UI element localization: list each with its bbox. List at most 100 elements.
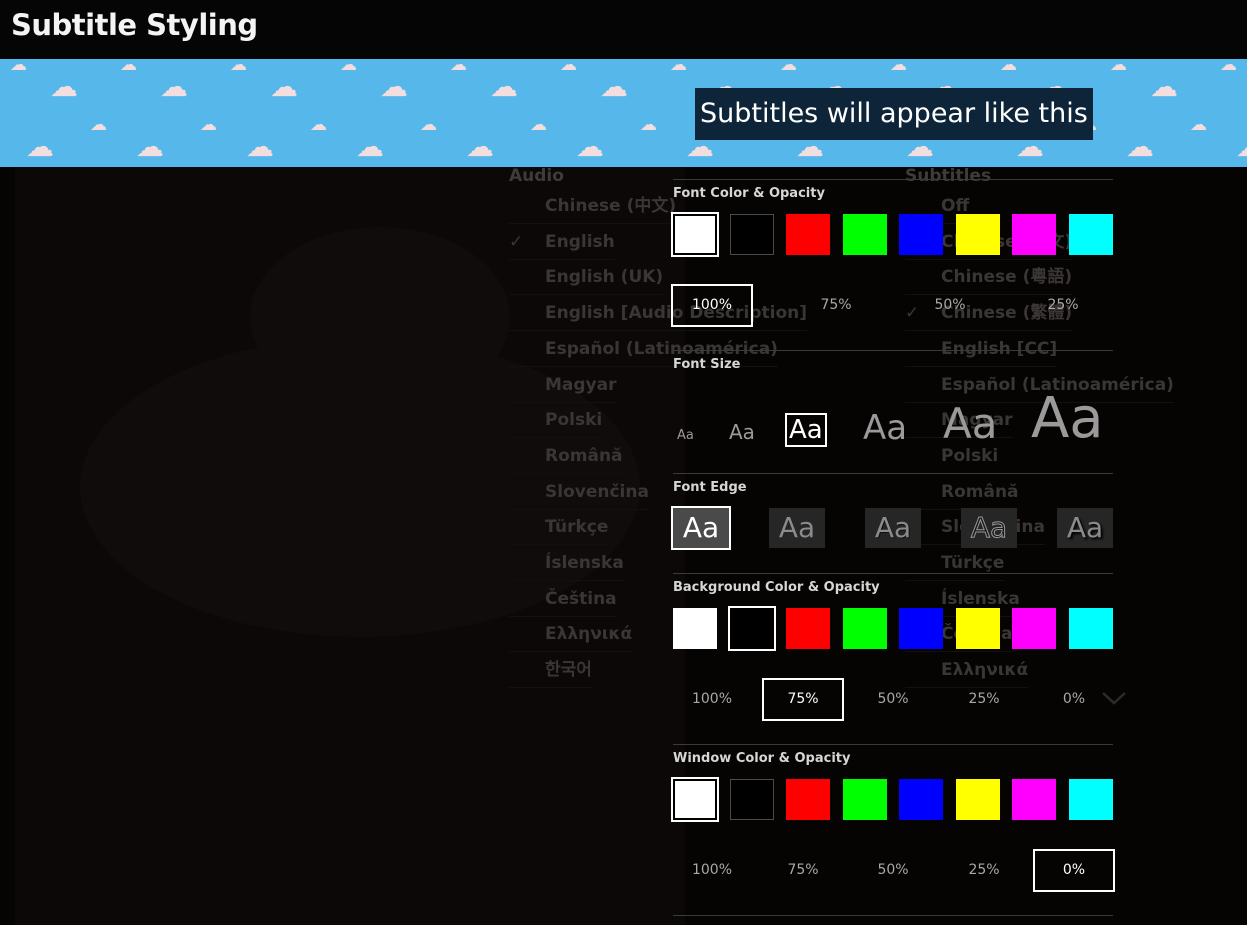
color-swatch[interactable] [955, 608, 1000, 649]
font-size-option[interactable]: Aa [1031, 391, 1104, 447]
opacity-option[interactable]: 25% [1022, 284, 1104, 327]
color-swatch[interactable] [786, 214, 830, 255]
font-edge-option[interactable]: Aa [1057, 508, 1113, 548]
color-swatch[interactable] [729, 779, 774, 820]
divider [673, 915, 1113, 916]
cloud-icon: ☁ [1126, 130, 1154, 163]
cloud-icon: ☁ [1000, 59, 1017, 75]
list-item-label: Polski [545, 410, 603, 431]
color-swatch[interactable] [842, 779, 887, 820]
color-swatch[interactable] [786, 779, 830, 820]
list-item[interactable]: Íslenska [509, 545, 624, 581]
cloud-icon: ☁ [246, 130, 274, 163]
cloud-icon: ☁ [50, 70, 78, 103]
color-swatch[interactable] [671, 212, 719, 257]
cloud-icon: ☁ [490, 70, 518, 103]
list-item-label: Chinese (中文) [545, 196, 677, 216]
list-item-label: Slovenčina [545, 481, 649, 502]
font-size-option[interactable]: Aa [863, 411, 907, 445]
color-swatch[interactable] [727, 606, 776, 651]
opacity-option[interactable]: 50% [852, 678, 934, 721]
cloud-icon: ☁ [560, 59, 577, 75]
list-item[interactable]: Polski [509, 402, 603, 439]
list-item[interactable]: English (UK) [509, 259, 664, 296]
subtitle-styling-screen: Subtitle Styling ☁ ☁ ☁ ☁ ☁ ☁ ☁ ☁ ☁ ☁ ☁ ☁ ☁ ☁ ☁ ☁ ☁ ☁ ☁ ☁ ☁ ☁ ☁… [0, 0, 1247, 925]
list-item[interactable]: Ελληνικά [509, 616, 633, 653]
divider [673, 573, 1113, 574]
color-swatch[interactable] [729, 214, 774, 255]
color-swatch[interactable] [955, 779, 1000, 820]
font-size-option[interactable]: Aa [729, 422, 755, 442]
window-color-title: Window Color & Opacity [673, 751, 851, 766]
list-item[interactable]: Čeština [509, 581, 617, 617]
color-swatch[interactable] [899, 779, 943, 820]
color-swatch[interactable] [899, 214, 943, 255]
font-size-option[interactable]: Aa [677, 429, 694, 442]
cloud-icon: ☁ [670, 59, 687, 75]
color-swatch[interactable] [899, 608, 943, 649]
cloud-icon: ☁ [120, 59, 137, 75]
font-edge-option[interactable]: Aa [961, 508, 1017, 548]
color-swatch[interactable] [1068, 779, 1113, 820]
font-edge-option[interactable]: Aa [769, 508, 825, 548]
cloud-icon: ☁ [356, 130, 384, 163]
cloud-icon: ☁ [340, 59, 357, 75]
cloud-icon: ☁ [1236, 133, 1247, 161]
list-item[interactable]: Română [509, 438, 623, 474]
color-swatch[interactable] [842, 608, 887, 649]
opacity-option[interactable]: 100% [671, 849, 753, 892]
list-item-label: Ελληνικά [545, 624, 633, 645]
list-item-label: English (UK) [545, 267, 664, 288]
cloud-icon: ☁ [600, 70, 628, 103]
list-item-label: Magyar [545, 374, 617, 395]
opacity-option[interactable]: 25% [943, 678, 1025, 721]
opacity-option[interactable]: 25% [943, 849, 1025, 892]
cloud-icon: ☁ [136, 130, 164, 163]
font-edge-option[interactable]: Aa [865, 508, 921, 548]
list-item-label: Română [545, 445, 623, 466]
opacity-option[interactable]: 50% [852, 849, 934, 892]
color-swatch[interactable] [1012, 608, 1056, 649]
dimmed-scene-shape [250, 227, 510, 407]
list-item[interactable]: ✓ English [509, 224, 615, 260]
font-edge-option[interactable]: Aa [671, 506, 731, 550]
opacity-option[interactable]: 75% [762, 849, 844, 892]
font-size-option[interactable]: Aa [943, 403, 997, 445]
opacity-option[interactable]: 100% [671, 284, 753, 327]
color-swatch[interactable] [955, 214, 1000, 255]
opacity-option[interactable]: 50% [909, 284, 991, 327]
cloud-icon: ☁ [1110, 59, 1127, 75]
color-swatch[interactable] [786, 608, 830, 649]
color-swatch[interactable] [842, 214, 887, 255]
color-swatch[interactable] [671, 777, 719, 822]
opacity-option[interactable]: 75% [795, 284, 877, 327]
font-color-title: Font Color & Opacity [673, 186, 825, 201]
opacity-option[interactable]: 0% [1033, 849, 1115, 892]
list-item[interactable]: Chinese (中文) [509, 188, 677, 224]
font-size-option[interactable]: Aa [785, 413, 827, 447]
color-swatch[interactable] [1068, 608, 1113, 649]
cloud-icon: ☁ [230, 59, 247, 75]
divider [673, 744, 1113, 745]
list-item-label: Íslenska [545, 553, 624, 573]
opacity-option[interactable]: 100% [671, 678, 753, 721]
cloud-icon: ☁ [10, 59, 27, 75]
subtitle-settings-panel: Font Color & Opacity 100% 75% 50% 25% Font … [671, 179, 1115, 925]
color-swatch[interactable] [1012, 214, 1056, 255]
cloud-icon: ☁ [530, 115, 547, 135]
font-edge-title: Font Edge [673, 480, 747, 495]
color-swatch[interactable] [1068, 214, 1113, 255]
opacity-option[interactable]: 75% [762, 678, 844, 721]
list-item[interactable]: 한국어 [509, 652, 592, 689]
cloud-icon: ☁ [466, 130, 494, 163]
cloud-icon: ☁ [1220, 59, 1237, 75]
check-icon: ✓ [509, 231, 524, 252]
cloud-icon: ☁ [890, 59, 907, 75]
color-swatch[interactable] [1012, 779, 1056, 820]
subtitle-preview: ☁ ☁ ☁ ☁ ☁ ☁ ☁ ☁ ☁ ☁ ☁ ☁ ☁ ☁ ☁ ☁ ☁ ☁ ☁ ☁ ☁ ☁ ☁ ☁ ☁ ☁ ☁ ☁ ☁ ☁ ☁ ☁ ☁ ☁ ☁ ☁ ☁ ☁ ☁ ☁… [0, 59, 1247, 167]
cloud-icon: ☁ [200, 115, 217, 135]
list-item[interactable]: Magyar [509, 367, 617, 403]
color-swatch[interactable] [673, 608, 717, 649]
list-item[interactable]: Slovenčina [509, 474, 649, 510]
list-item[interactable]: Türkçe [509, 509, 609, 546]
